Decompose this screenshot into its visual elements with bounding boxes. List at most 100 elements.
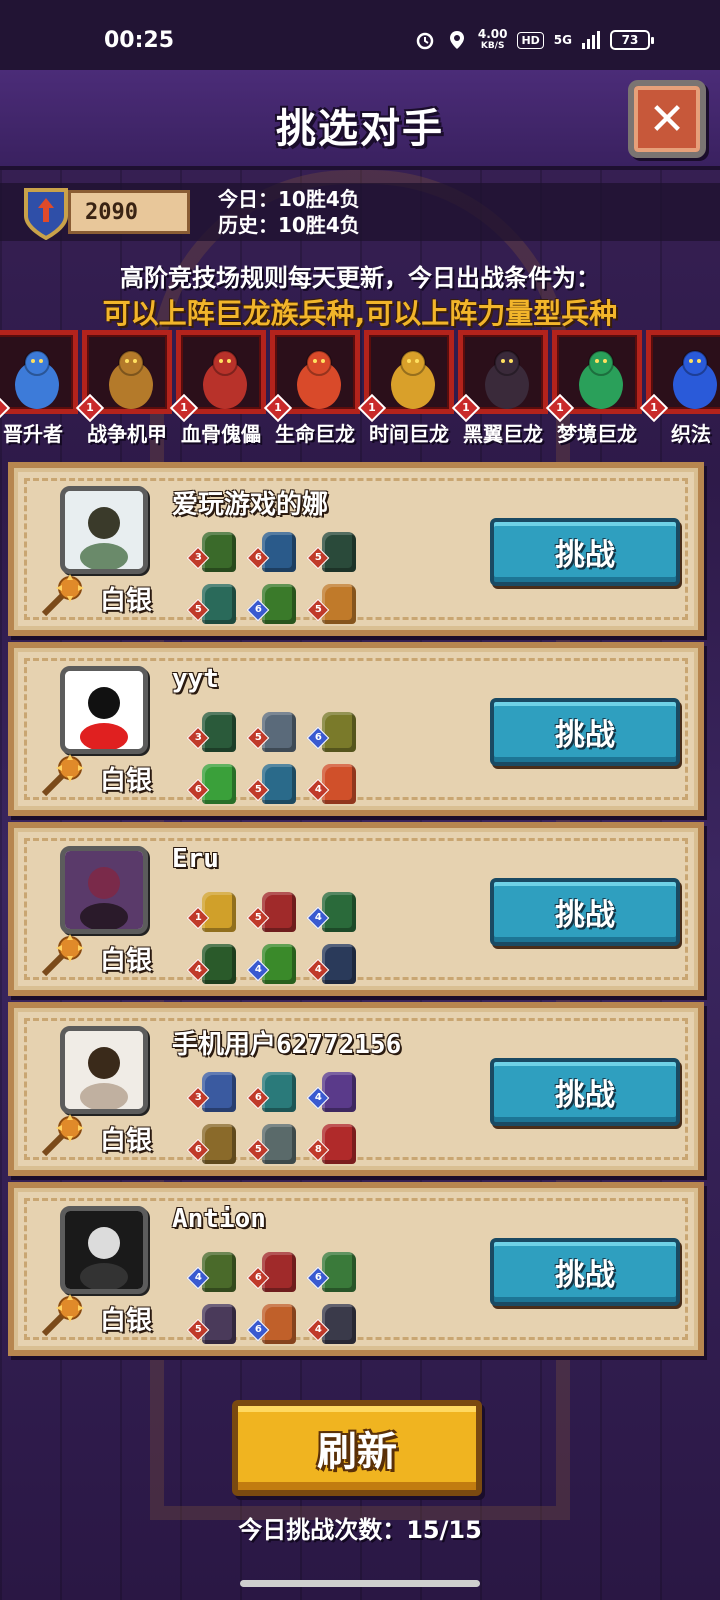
challenge-button[interactable]: 挑战 [490,518,680,586]
team-unit-icon [262,584,296,624]
team-unit-icon [322,1304,356,1344]
unit-name: 战争机甲 [87,422,167,446]
team-unit-icon [262,1072,296,1112]
team-unit-level: 6 [194,784,202,796]
opponent-name: Eru [172,844,219,874]
opponent-name: Antion [172,1204,266,1234]
challenge-button[interactable]: 挑战 [490,878,680,946]
unit-portrait-icon [579,350,623,409]
team-unit-level: 5 [314,552,322,564]
rank-label: 白银 [100,766,153,796]
team-unit-icon [262,532,296,572]
team-unit: 4 [306,1068,360,1116]
allowed-unit[interactable]: 1 生命巨龙 [263,330,360,452]
team-unit-icon [322,532,356,572]
team-unit: 5 [246,1120,300,1168]
opponent-card: Antion 白银 4 6 6 5 6 4 挑战 [8,1182,704,1356]
team-unit-level: 4 [254,964,262,976]
opponent-card: yyt 白银 3 5 6 6 5 4 挑战 [8,642,704,816]
opponent-team: 1 5 4 4 4 4 [186,888,370,992]
rank-label: 白银 [100,1126,153,1156]
alarm-icon [414,29,436,51]
allowed-unit[interactable]: 1 织法 [639,330,720,452]
team-unit-icon [322,1252,356,1292]
team-unit-level: 4 [194,964,202,976]
team-unit: 6 [306,708,360,756]
team-unit: 8 [306,1120,360,1168]
team-unit-icon [262,1304,296,1344]
rules-heading: 高阶竞技场规则每天更新，今日出战条件为： [120,264,600,292]
avatar-image-icon [65,851,143,929]
unit-name: 黑翼巨龙 [463,422,543,446]
allowed-unit[interactable]: 1 战争机甲 [75,330,172,452]
avatar[interactable] [60,486,148,574]
team-unit-icon [202,1304,236,1344]
opponent-team: 3 5 6 6 5 4 [186,708,370,812]
team-unit-level: 5 [254,784,262,796]
unit-name: 织法 [671,422,711,446]
gesture-nav-bar[interactable] [240,1580,480,1587]
hd-badge: HD [517,31,544,49]
unit-portrait-icon [297,350,341,409]
challenge-button[interactable]: 挑战 [490,1238,680,1306]
allowed-unit[interactable]: 1 时间巨龙 [357,330,454,452]
team-unit-level: 6 [254,604,262,616]
team-unit-level: 4 [314,784,322,796]
refresh-button[interactable]: 刷新 [232,1400,482,1496]
team-unit-level: 3 [194,732,202,744]
avatar-image-icon [65,671,143,749]
location-icon [446,29,468,51]
team-unit-level: 6 [194,1144,202,1156]
team-unit-icon [202,712,236,752]
team-unit-level: 6 [254,552,262,564]
silver-rank-mace-icon [41,934,84,977]
team-unit: 6 [246,1248,300,1296]
team-unit-level: 4 [314,964,322,976]
team-unit-level: 6 [254,1324,262,1336]
unit-level: 1 [0,400,4,416]
team-unit: 5 [246,760,300,808]
team-unit-icon [322,892,356,932]
team-unit: 3 [186,1068,240,1116]
team-unit-icon [262,764,296,804]
opponent-name: yyt [172,664,219,694]
allowed-unit[interactable]: 1晋升者 [0,330,78,452]
allowed-unit[interactable]: 1 黑翼巨龙 [451,330,548,452]
team-unit-level: 4 [314,912,322,924]
avatar[interactable] [60,846,148,934]
challenge-button[interactable]: 挑战 [490,698,680,766]
team-unit: 1 [186,888,240,936]
history-record: 历史：10胜4负 [218,213,360,237]
today-record: 今日：10胜4负 [218,187,360,211]
team-unit-level: 4 [314,1092,322,1104]
unit-level: 1 [368,401,376,414]
silver-rank-mace-icon [41,754,84,797]
team-unit: 6 [246,1068,300,1116]
team-unit-level: 5 [254,912,262,924]
battery-icon: 73 [610,30,654,50]
allowed-unit[interactable]: 1 血骨傀儡 [169,330,266,452]
challenge-button[interactable]: 挑战 [490,1058,680,1126]
team-unit-level: 4 [314,1324,322,1336]
opponent-team: 3 6 4 6 5 8 [186,1068,370,1172]
avatar[interactable] [60,666,148,754]
team-unit-icon [322,712,356,752]
allowed-units-strip[interactable]: 1晋升者1战争机甲1血骨傀儡1生命巨龙1时间巨龙1黑翼巨龙1梦境巨龙1织法 [0,330,720,452]
unit-level: 1 [274,401,282,414]
close-button[interactable]: ✕ [628,80,706,158]
team-unit: 6 [246,580,300,628]
avatar[interactable] [60,1026,148,1114]
signal-type: 5G [553,33,572,47]
team-unit-icon [202,764,236,804]
unit-name: 生命巨龙 [275,422,355,446]
allowed-unit[interactable]: 1 梦境巨龙 [545,330,642,452]
rank-label: 白银 [100,1306,153,1336]
silver-rank-mace-icon [41,1294,84,1337]
opponent-card: Eru 白银 1 5 4 4 4 4 挑战 [8,822,704,996]
team-unit: 3 [186,708,240,756]
rank-label: 白银 [100,946,153,976]
team-unit-icon [202,1124,236,1164]
status-icons: 4.00 KB/S HD 5G 73 [414,28,654,52]
avatar[interactable] [60,1206,148,1294]
signal-bars-icon [582,31,600,49]
